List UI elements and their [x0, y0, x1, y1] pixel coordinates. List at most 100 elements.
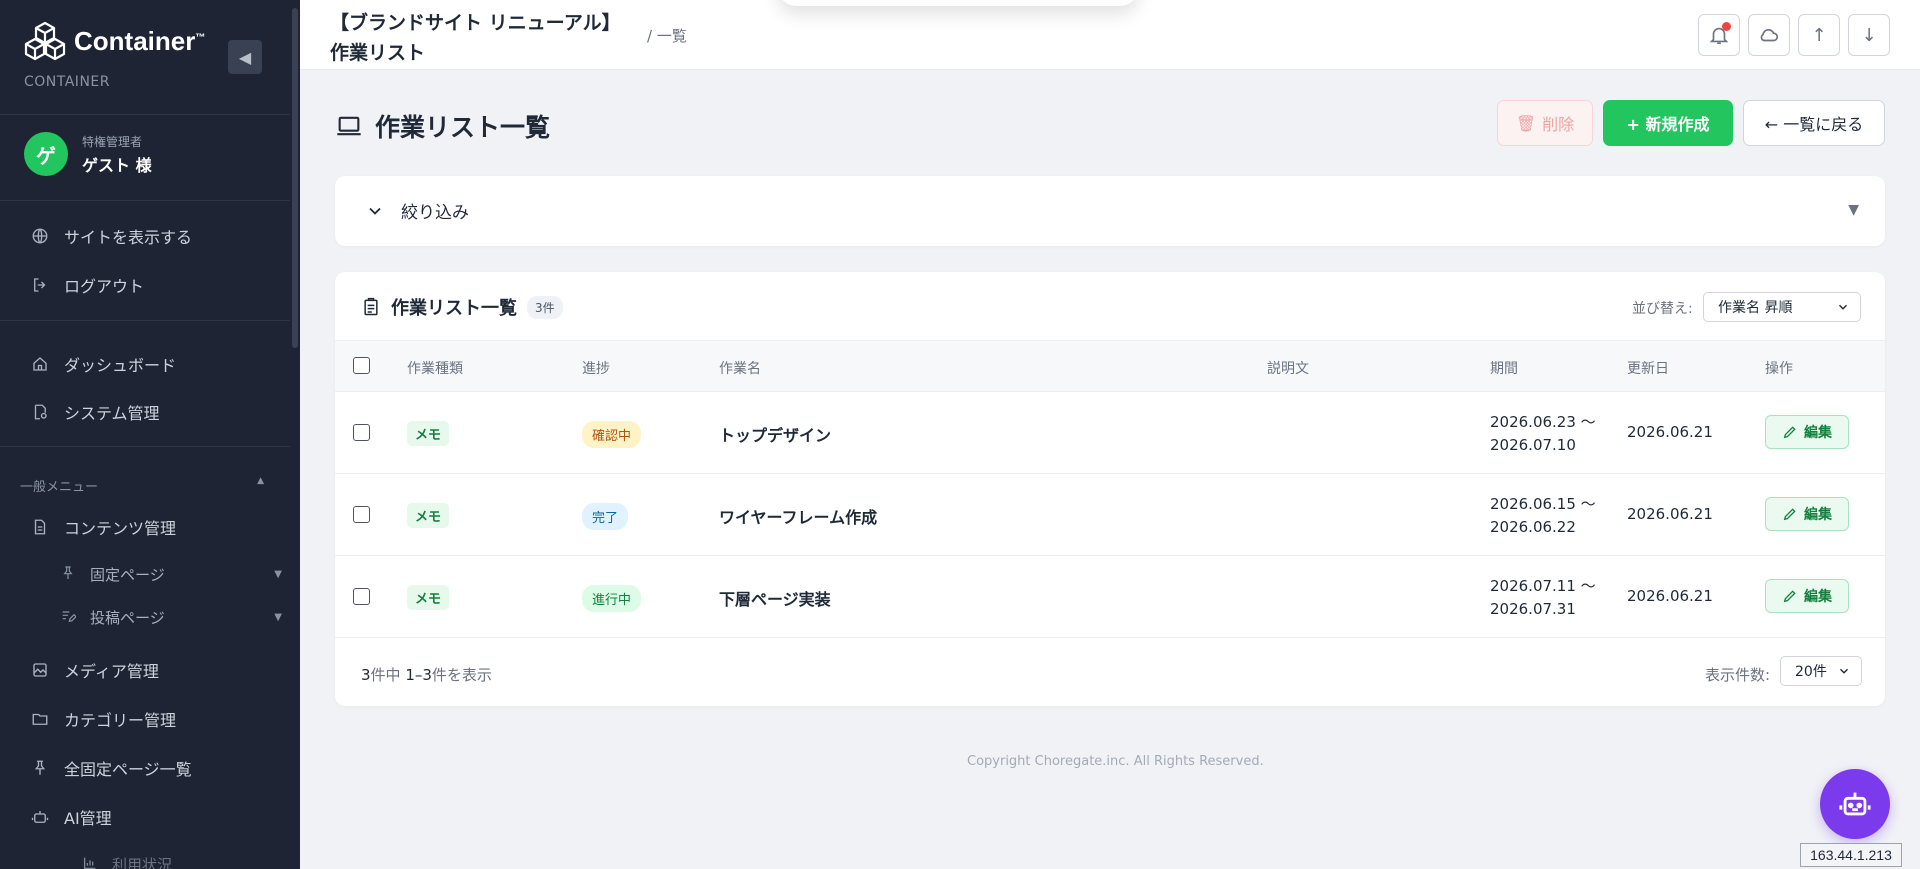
- site-title: 【ブランドサイト リニューアル】 作業リスト: [330, 12, 621, 64]
- period: 2026.07.11 〜 2026.07.31: [1490, 577, 1596, 618]
- notification-button[interactable]: [1698, 14, 1740, 56]
- divider: [0, 200, 290, 201]
- column-header[interactable]: 進捗: [582, 358, 610, 378]
- edit-button[interactable]: 編集: [1765, 415, 1849, 449]
- delete-button[interactable]: 🗑 削除: [1497, 100, 1593, 146]
- brand-name: Container™: [74, 25, 206, 56]
- period: 2026.06.15 〜 2026.06.22: [1490, 495, 1596, 536]
- table-row[interactable]: メモ 確認中 トップデザイン 2026.06.23 〜 2026.07.10 2…: [335, 392, 1885, 474]
- nav-ai[interactable]: AI管理: [30, 805, 112, 829]
- chart-icon: [82, 855, 98, 869]
- per-page-label: 表示件数:: [1705, 666, 1771, 684]
- cloud-button[interactable]: [1748, 14, 1790, 56]
- pencil-icon: [1783, 590, 1796, 603]
- image-icon: [30, 660, 50, 680]
- nav-label: 全固定ページ一覧: [64, 760, 192, 779]
- nav-dashboard[interactable]: ダッシュボード: [30, 352, 176, 376]
- row-checkbox[interactable]: [353, 588, 370, 605]
- nav-label: ダッシュボード: [64, 356, 177, 375]
- pencil-icon: [1783, 426, 1796, 439]
- chevron-down-icon: [369, 207, 381, 215]
- nav-logout[interactable]: ログアウト: [30, 273, 144, 297]
- select-all-checkbox[interactable]: [353, 357, 370, 374]
- sidebar-scrollbar[interactable]: [292, 8, 298, 348]
- trash-icon: 🗑: [1515, 113, 1537, 133]
- nav-label: AI管理: [64, 809, 112, 828]
- type-tag: メモ: [407, 585, 450, 610]
- robot-icon: [30, 807, 50, 827]
- row-checkbox[interactable]: [353, 506, 370, 523]
- table-row[interactable]: メモ 進行中 下層ページ実装 2026.07.11 〜 2026.07.31 2…: [335, 556, 1885, 638]
- nav-label: コンテンツ管理: [64, 519, 177, 538]
- task-name[interactable]: トップデザイン: [719, 422, 831, 446]
- arrow-down-icon: ↓: [1861, 24, 1877, 46]
- period: 2026.06.23 〜 2026.07.10: [1490, 413, 1596, 454]
- status-badge: 進行中: [582, 585, 642, 612]
- column-header: 操作: [1765, 361, 1793, 377]
- scroll-down-button[interactable]: ↓: [1848, 14, 1890, 56]
- divider: [0, 446, 290, 447]
- nav-label: システム管理: [64, 404, 160, 423]
- back-to-list-button[interactable]: ← 一覧に戻る: [1743, 100, 1885, 146]
- updated-date: 2026.06.21: [1627, 587, 1713, 605]
- sidebar-collapse-button[interactable]: ◀: [228, 40, 262, 74]
- status-badge: 確認中: [582, 421, 642, 448]
- task-name[interactable]: ワイヤーフレーム作成: [719, 504, 877, 528]
- nav-usage[interactable]: 利用状況: [82, 854, 300, 869]
- divider: [0, 320, 290, 321]
- breadcrumb[interactable]: / 一覧: [647, 25, 687, 46]
- section-general[interactable]: 一般メニュー ▲: [20, 476, 264, 495]
- nav-fixed-pages[interactable]: 固定ページ ▼: [60, 564, 282, 585]
- nav-system[interactable]: システム管理: [30, 400, 160, 424]
- table-row[interactable]: メモ 完了 ワイヤーフレーム作成 2026.06.15 〜 2026.06.22…: [335, 474, 1885, 556]
- ai-assistant-button[interactable]: [1820, 769, 1890, 839]
- divider: [0, 114, 290, 115]
- edit-button[interactable]: 編集: [1765, 579, 1849, 613]
- chevron-down-icon: [1839, 304, 1847, 310]
- nav-media[interactable]: メディア管理: [30, 658, 159, 682]
- ip-address: 163.44.1.213: [1800, 843, 1902, 867]
- document-icon: [30, 517, 50, 537]
- filter-toggle[interactable]: 絞り込み: [365, 198, 469, 223]
- sort-select[interactable]: 作業名 昇順: [1703, 292, 1861, 322]
- notification-dot: [1722, 22, 1731, 31]
- updated-date: 2026.06.21: [1627, 505, 1713, 523]
- arrow-up-icon: ↑: [1811, 24, 1827, 46]
- row-checkbox[interactable]: [353, 424, 370, 441]
- post-icon: [60, 608, 77, 628]
- user-role: 特権管理者: [82, 134, 143, 149]
- user-profile[interactable]: ゲ 特権管理者 ゲスト 様: [24, 132, 152, 176]
- pagination-summary: 3件中 1–3件を表示: [361, 666, 492, 684]
- nav-category[interactable]: カテゴリー管理: [30, 707, 176, 731]
- nav-view-site[interactable]: サイトを表示する: [30, 224, 192, 248]
- nav-posts[interactable]: 投稿ページ ▼: [60, 607, 282, 628]
- globe-icon: [30, 226, 50, 246]
- clipboard-icon: [364, 297, 378, 316]
- column-header[interactable]: 作業種類: [407, 358, 463, 378]
- edit-button[interactable]: 編集: [1765, 497, 1849, 531]
- laptop-icon: [337, 116, 361, 136]
- task-name[interactable]: 下層ページ実装: [719, 586, 831, 610]
- chevron-up-icon: ▲: [257, 476, 264, 486]
- nav-label: サイトを表示する: [64, 228, 193, 247]
- nav-all-fixed-pages[interactable]: 全固定ページ一覧: [30, 756, 192, 780]
- type-tag: メモ: [407, 503, 450, 528]
- home-icon: [30, 354, 50, 374]
- folder-icon: [30, 709, 50, 729]
- column-header[interactable]: 説明文: [1267, 358, 1309, 378]
- nav-content[interactable]: コンテンツ管理: [30, 515, 176, 539]
- type-tag: メモ: [407, 421, 450, 446]
- page-title: 作業リスト一覧: [335, 108, 550, 144]
- logout-icon: [30, 275, 50, 295]
- new-button[interactable]: + 新規作成: [1603, 100, 1733, 146]
- brand[interactable]: Container™: [24, 20, 205, 62]
- pin-icon: [60, 565, 76, 585]
- filter-caret-icon[interactable]: ▼: [1848, 202, 1859, 218]
- column-header[interactable]: 作業名: [719, 358, 761, 378]
- per-page-select[interactable]: 20件: [1780, 656, 1862, 686]
- column-header[interactable]: 更新日: [1627, 358, 1669, 378]
- column-header[interactable]: 期間: [1490, 358, 1518, 378]
- nav-label: カテゴリー管理: [64, 711, 177, 730]
- scroll-up-button[interactable]: ↑: [1798, 14, 1840, 56]
- settings-doc-icon: [30, 402, 50, 422]
